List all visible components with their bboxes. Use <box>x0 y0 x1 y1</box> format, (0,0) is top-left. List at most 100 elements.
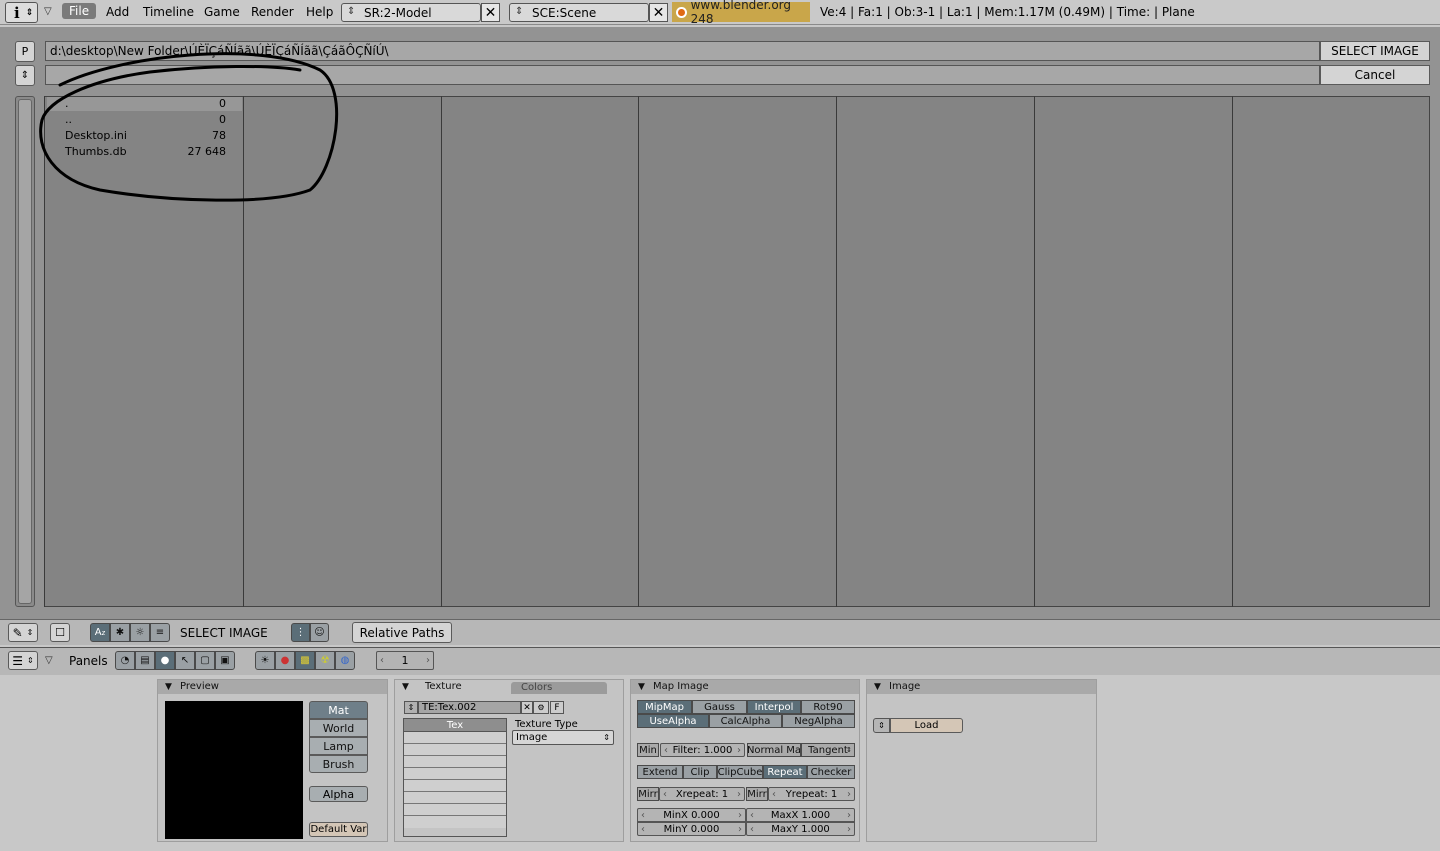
screen-selector[interactable]: ⇕ SR:2-Model <box>341 3 481 22</box>
xrepeat-field[interactable]: Xrepeat: 1 <box>659 787 745 801</box>
menu-file[interactable]: File <box>62 3 97 19</box>
rot90-toggle[interactable]: Rot90 <box>801 700 855 714</box>
close-scene-button[interactable]: ✕ <box>649 3 668 22</box>
sort-time-icon[interactable]: ✱ <box>110 623 130 642</box>
hide-dot-files-icon[interactable]: ⋮ <box>291 623 310 642</box>
texture-channel-slot[interactable] <box>404 744 506 756</box>
texture-browse-dropdown[interactable]: ⇕ <box>404 701 418 714</box>
calcalpha-toggle[interactable]: CalcAlpha <box>709 714 782 728</box>
preview-alpha-button[interactable]: Alpha <box>309 786 368 802</box>
texture-channel-slot[interactable] <box>404 768 506 780</box>
sort-alpha-icon[interactable]: Az <box>90 623 110 642</box>
column-divider <box>1232 96 1233 607</box>
fake-user-button[interactable]: F <box>550 701 564 714</box>
blender-website-link[interactable]: www.blender.org 248 <box>672 0 810 26</box>
negalpha-toggle[interactable]: NegAlpha <box>782 714 855 728</box>
shading-context-icon[interactable]: ● <box>155 651 175 670</box>
yrepeat-field[interactable]: Yrepeat: 1 <box>768 787 855 801</box>
collapse-triangle-icon[interactable]: ▼ <box>165 680 172 694</box>
image-panel: ▼ Image ⇕ Load <box>866 679 1097 842</box>
load-image-button[interactable]: Load <box>890 718 963 733</box>
texture-channel-slot[interactable] <box>404 756 506 768</box>
collapse-triangle-icon[interactable]: ▼ <box>402 680 409 694</box>
world-buttons-icon[interactable]: ◍ <box>335 651 355 670</box>
preview-panel-header[interactable]: ▼ Preview <box>158 680 387 694</box>
map-image-panel: ▼ Map Image MipMap Gauss Interpol Rot90 U… <box>630 679 860 842</box>
clip-toggle[interactable]: Clip <box>683 765 717 779</box>
fullscreen-icon[interactable]: ☐ <box>50 623 70 642</box>
logic-context-icon[interactable]: ◔ <box>115 651 135 670</box>
tab-texture[interactable]: Texture <box>415 680 511 694</box>
minx-field[interactable]: MinX 0.000 <box>637 808 746 822</box>
radiosity-buttons-icon[interactable]: ☢ <box>315 651 335 670</box>
texture-name-field[interactable]: TE:Tex.002 <box>418 701 521 714</box>
relative-paths-button[interactable]: Relative Paths <box>352 622 452 643</box>
preview-mat-button[interactable]: Mat <box>309 701 368 719</box>
object-context-icon[interactable]: ↖ <box>175 651 195 670</box>
filter-field[interactable]: Filter: 1.000 <box>660 743 745 757</box>
unlink-texture-icon[interactable]: ✕ <box>521 701 533 714</box>
mipmap-toggle[interactable]: MipMap <box>637 700 692 714</box>
collapse-triangle-icon[interactable]: ▼ <box>874 680 881 694</box>
menu-add[interactable]: Add <box>106 5 129 19</box>
collapse-menu-icon[interactable]: ▽ <box>44 6 52 17</box>
hand-drawn-circle-annotation <box>39 52 339 202</box>
image-browse-dropdown[interactable]: ⇕ <box>873 718 890 733</box>
material-buttons-icon[interactable]: ● <box>275 651 295 670</box>
menu-render[interactable]: Render <box>251 5 294 19</box>
repeat-toggle[interactable]: Repeat <box>763 765 807 779</box>
script-context-icon[interactable]: ▤ <box>135 651 155 670</box>
panels-label: Panels <box>69 654 108 668</box>
texture-channel-slot[interactable] <box>404 780 506 792</box>
select-image-button[interactable]: SELECT IMAGE <box>1320 41 1430 61</box>
frame-number-field[interactable]: 1 <box>376 651 434 670</box>
texture-channel-slot[interactable] <box>404 732 506 744</box>
scene-context-icon[interactable]: ▣ <box>215 651 235 670</box>
miny-field[interactable]: MinY 0.000 <box>637 822 746 836</box>
collapse-triangle-icon[interactable]: ▼ <box>638 680 645 694</box>
preview-brush-button[interactable]: Brush <box>309 755 368 773</box>
texture-channel-slot[interactable] <box>404 792 506 804</box>
texture-buttons-icon[interactable]: ▩ <box>295 651 315 670</box>
editing-context-icon[interactable]: ▢ <box>195 651 215 670</box>
close-screen-button[interactable]: ✕ <box>481 3 500 22</box>
fake-user-icon[interactable]: ⚙ <box>533 701 549 714</box>
scene-selector[interactable]: ⇕ SCE:Scene <box>509 3 649 22</box>
image-panel-header[interactable]: ▼ Image <box>867 680 1096 694</box>
preview-lamp-button[interactable]: Lamp <box>309 737 368 755</box>
sort-size-icon[interactable]: ☼ <box>130 623 150 642</box>
cancel-button[interactable]: Cancel <box>1320 65 1430 85</box>
preview-world-button[interactable]: World <box>309 719 368 737</box>
sort-extension-icon[interactable]: ≡ <box>150 623 170 642</box>
collapse-header-icon[interactable]: ▽ <box>45 655 53 666</box>
min-toggle[interactable]: Min <box>637 743 659 757</box>
texture-panel-header[interactable]: ▼ Texture Colors <box>395 680 623 694</box>
tangent-dropdown[interactable]: Tangent ⇕ <box>801 743 855 757</box>
texture-channel-slot[interactable] <box>404 804 506 816</box>
menu-timeline[interactable]: Timeline <box>143 5 194 19</box>
interpol-toggle[interactable]: Interpol <box>747 700 801 714</box>
checker-toggle[interactable]: Checker <box>807 765 855 779</box>
ghost-icon[interactable]: ☺ <box>310 623 329 642</box>
usealpha-toggle[interactable]: UseAlpha <box>637 714 709 728</box>
texture-channel-selected[interactable]: Tex <box>404 719 506 732</box>
menu-help[interactable]: Help <box>306 5 333 19</box>
maxx-field[interactable]: MaxX 1.000 <box>746 808 855 822</box>
texture-type-dropdown[interactable]: Image ⇕ <box>512 730 614 745</box>
map-image-panel-header[interactable]: ▼ Map Image <box>631 680 859 694</box>
buttons-window-type-icon[interactable]: ☰ ⇕ <box>8 651 38 670</box>
tab-colors[interactable]: Colors <box>511 682 607 694</box>
mirror-y-toggle[interactable]: Mirr <box>746 787 768 801</box>
editor-type-icon[interactable]: ✎ ⇕ <box>8 623 38 642</box>
texture-channel-slot[interactable] <box>404 816 506 828</box>
mirror-x-toggle[interactable]: Mirr <box>637 787 659 801</box>
lamp-buttons-icon[interactable]: ☀ <box>255 651 275 670</box>
normal-map-toggle[interactable]: Normal Ma <box>747 743 801 757</box>
maxy-field[interactable]: MaxY 1.000 <box>746 822 855 836</box>
extend-toggle[interactable]: Extend <box>637 765 683 779</box>
info-icon[interactable]: i ⇕ <box>5 2 38 23</box>
clipcube-toggle[interactable]: ClipCube <box>717 765 763 779</box>
default-var-button[interactable]: Default Var <box>309 822 368 837</box>
menu-game[interactable]: Game <box>204 5 240 19</box>
gauss-toggle[interactable]: Gauss <box>692 700 747 714</box>
